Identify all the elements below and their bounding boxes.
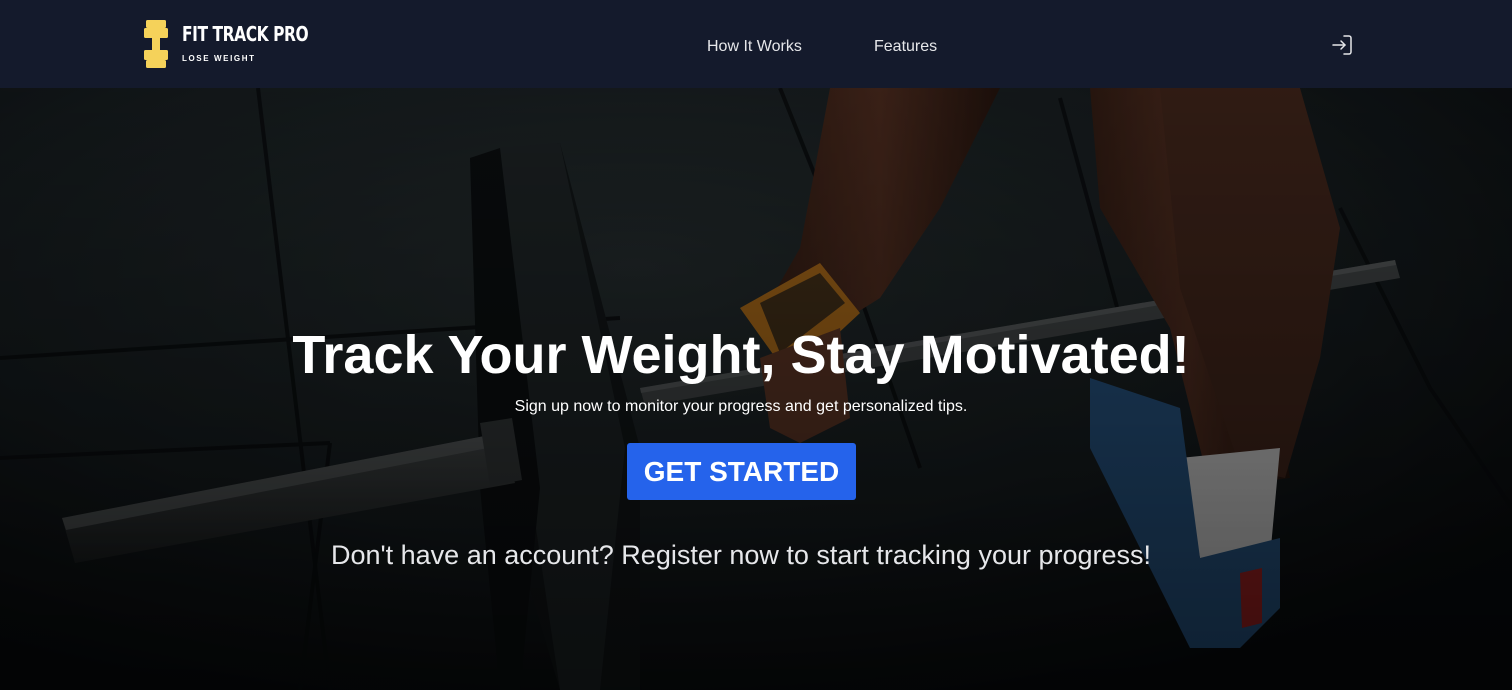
main-nav: How It Works Features <box>0 38 1512 58</box>
nav-link-features[interactable]: Features <box>874 38 937 56</box>
nav-link-how-it-works[interactable]: How It Works <box>707 38 802 56</box>
hero-section: Track Your Weight, Stay Motivated! Sign … <box>0 88 1512 690</box>
site-header: FIT TRACK PRO LOSE WEIGHT How It Works F… <box>0 0 1512 88</box>
login-button[interactable] <box>1328 32 1356 58</box>
get-started-button[interactable]: GET STARTED <box>627 443 856 500</box>
register-prompt[interactable]: Don't have an account? Register now to s… <box>0 540 1482 571</box>
hero-title: Track Your Weight, Stay Motivated! <box>292 325 1190 385</box>
hero-subtitle: Sign up now to monitor your progress and… <box>514 398 968 415</box>
login-icon <box>1332 35 1352 55</box>
hero-content: Track Your Weight, Stay Motivated! Sign … <box>0 88 1512 690</box>
